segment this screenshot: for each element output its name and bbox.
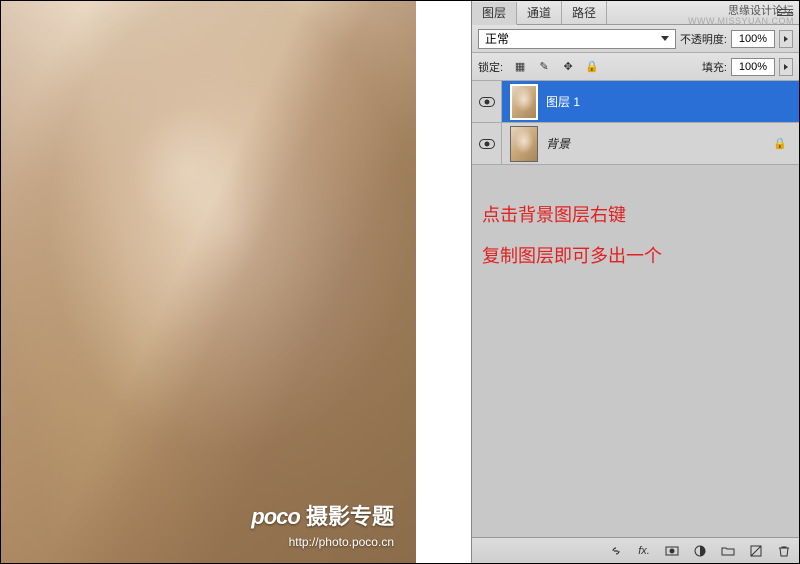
layer-name-bg: 背景 [546,135,570,152]
instruction-line2: 复制图层即可多出一个 [482,236,789,277]
layers-list: 图层 1 背景 🔒 点击背景图层右键 复制图层即可多出一个 [472,81,799,537]
opacity-label: 不透明度: [680,31,727,47]
lock-fill-row: 锁定: ▦ ✎ ✥ 🔒 填充: 100% [472,53,799,81]
tab-channels[interactable]: 通道 [517,1,562,24]
folder-icon[interactable] [719,542,737,560]
new-layer-icon[interactable] [747,542,765,560]
lock-icons-group: ▦ ✎ ✥ 🔒 [511,58,601,76]
layer-row-1[interactable]: 图层 1 [472,81,799,123]
visibility-toggle-1[interactable] [472,81,502,122]
fill-slider-button[interactable] [779,58,793,76]
instruction-line1: 点击背景图层右键 [482,195,789,236]
branding-url: WWW.MISSYUAN.COM [688,17,794,26]
eye-icon [479,139,495,149]
opacity-slider-button[interactable] [779,30,793,48]
blend-mode-dropdown[interactable]: 正常 [478,29,676,49]
gap [416,1,471,563]
instructions-overlay: 点击背景图层右键 复制图层即可多出一个 [482,195,789,278]
visibility-toggle-bg[interactable] [472,123,502,164]
lock-brush-icon[interactable]: ✎ [535,58,553,76]
blend-opacity-row: 正常 不透明度: 100% [472,25,799,53]
layer-row-background[interactable]: 背景 🔒 [472,123,799,165]
trash-icon[interactable] [775,542,793,560]
branding-watermark: 思缘设计论坛 WWW.MISSYUAN.COM [688,6,794,26]
lock-label: 锁定: [478,59,503,75]
photo-watermark-url: http://photo.poco.cn [289,535,394,549]
layer-name-1: 图层 1 [546,93,580,110]
mask-icon[interactable] [663,542,681,560]
lock-all-icon[interactable]: 🔒 [583,58,601,76]
tab-paths[interactable]: 路径 [562,1,607,24]
opacity-input[interactable]: 100% [731,30,775,48]
main-container: poco 摄影专题 http://photo.poco.cn 图层 通道 路径 … [0,0,800,564]
photo-preview: poco 摄影专题 http://photo.poco.cn [1,1,416,563]
tab-layers[interactable]: 图层 [472,2,517,25]
layer-thumbnail-bg[interactable] [510,126,538,162]
panel-footer: fx. [472,537,799,563]
lock-transparent-icon[interactable]: ▦ [511,58,529,76]
watermark-suffix: 摄影专题 [306,504,394,529]
link-layers-icon[interactable] [607,542,625,560]
adjustment-icon[interactable] [691,542,709,560]
photo-watermark-main: poco 摄影专题 [251,499,394,531]
layer-thumbnail-1[interactable] [510,84,538,120]
layers-panel: 图层 通道 路径 正常 不透明度: 100% 锁定: ▦ ✎ ✥ [471,1,799,563]
lock-indicator-icon: 🔒 [773,137,787,150]
lock-move-icon[interactable]: ✥ [559,58,577,76]
photo-hair [1,1,416,563]
blend-mode-value: 正常 [485,30,509,47]
eye-icon [479,97,495,107]
dropdown-arrow-icon [661,36,669,41]
fill-input[interactable]: 100% [731,58,775,76]
watermark-prefix: poco [251,504,300,529]
fx-icon[interactable]: fx. [635,542,653,560]
fill-label: 填充: [702,59,727,75]
